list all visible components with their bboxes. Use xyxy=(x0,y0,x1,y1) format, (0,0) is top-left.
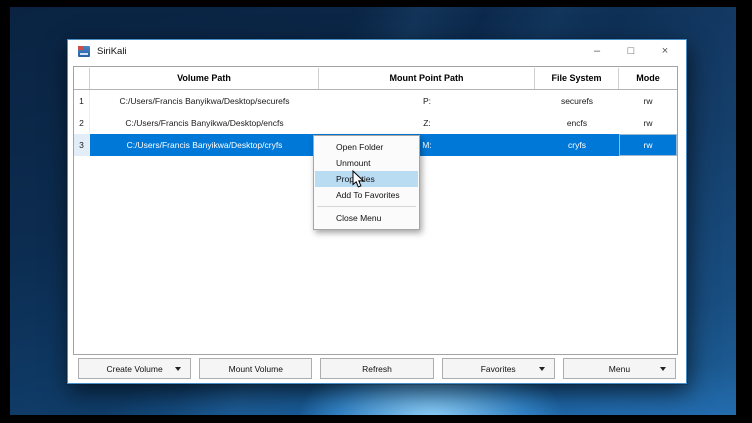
menu-item-add-to-favorites[interactable]: Add To Favorites xyxy=(315,187,418,203)
header-rownum xyxy=(74,68,90,89)
menu-label: Menu xyxy=(609,364,630,374)
cell-volume-path: C:/Users/Francis Banyikwa/Desktop/encfs xyxy=(90,112,319,134)
dropdown-arrow-icon xyxy=(175,367,181,371)
cell-row-number: 1 xyxy=(74,90,90,112)
cell-mode: rw xyxy=(619,134,677,156)
header-file-system[interactable]: File System xyxy=(535,68,619,89)
refresh-button[interactable]: Refresh xyxy=(320,358,433,379)
cell-mode: rw xyxy=(619,112,677,134)
cell-mount-point: P: xyxy=(319,90,535,112)
header-volume-path[interactable]: Volume Path xyxy=(90,68,319,89)
menu-button[interactable]: Menu xyxy=(563,358,676,379)
titlebar: SiriKali – □ × xyxy=(68,40,686,63)
menu-item-open-folder[interactable]: Open Folder xyxy=(315,139,418,155)
cell-file-system: securefs xyxy=(535,90,619,112)
favorites-button[interactable]: Favorites xyxy=(442,358,555,379)
refresh-label: Refresh xyxy=(362,364,392,374)
cell-file-system: cryfs xyxy=(535,134,619,156)
mount-volume-label: Mount Volume xyxy=(229,364,283,374)
menu-item-properties[interactable]: Properties xyxy=(315,171,418,187)
create-volume-button[interactable]: Create Volume xyxy=(78,358,191,379)
menu-item-unmount[interactable]: Unmount xyxy=(315,155,418,171)
cell-mount-point: Z: xyxy=(319,112,535,134)
button-bar: Create Volume Mount Volume Refresh Favor… xyxy=(78,358,676,379)
menu-separator xyxy=(317,206,416,207)
header-mode[interactable]: Mode xyxy=(619,68,677,89)
screen: SiriKali – □ × Volume Path Mount Point P… xyxy=(0,0,752,423)
table-row[interactable]: 2C:/Users/Francis Banyikwa/Desktop/encfs… xyxy=(74,112,677,134)
minimize-button[interactable]: – xyxy=(580,40,614,63)
cell-row-number: 2 xyxy=(74,112,90,134)
close-button[interactable]: × xyxy=(648,40,682,63)
context-menu: Open FolderUnmountPropertiesAdd To Favor… xyxy=(313,135,420,230)
table-row[interactable]: 1C:/Users/Francis Banyikwa/Desktop/secur… xyxy=(74,90,677,112)
table-header-row: Volume Path Mount Point Path File System… xyxy=(74,67,677,90)
maximize-button[interactable]: □ xyxy=(614,40,648,63)
favorites-label: Favorites xyxy=(481,364,516,374)
mount-volume-button[interactable]: Mount Volume xyxy=(199,358,312,379)
cell-file-system: encfs xyxy=(535,112,619,134)
window-title: SiriKali xyxy=(97,46,127,57)
cell-mode: rw xyxy=(619,90,677,112)
cell-volume-path: C:/Users/Francis Banyikwa/Desktop/secure… xyxy=(90,90,319,112)
cell-volume-path: C:/Users/Francis Banyikwa/Desktop/cryfs xyxy=(90,134,319,156)
dropdown-arrow-icon xyxy=(660,367,666,371)
menu-item-close-menu[interactable]: Close Menu xyxy=(315,210,418,226)
create-volume-label: Create Volume xyxy=(106,364,162,374)
dropdown-arrow-icon xyxy=(539,367,545,371)
cell-row-number: 3 xyxy=(74,134,90,156)
app-icon xyxy=(78,46,90,57)
header-mount-point-path[interactable]: Mount Point Path xyxy=(319,68,535,89)
